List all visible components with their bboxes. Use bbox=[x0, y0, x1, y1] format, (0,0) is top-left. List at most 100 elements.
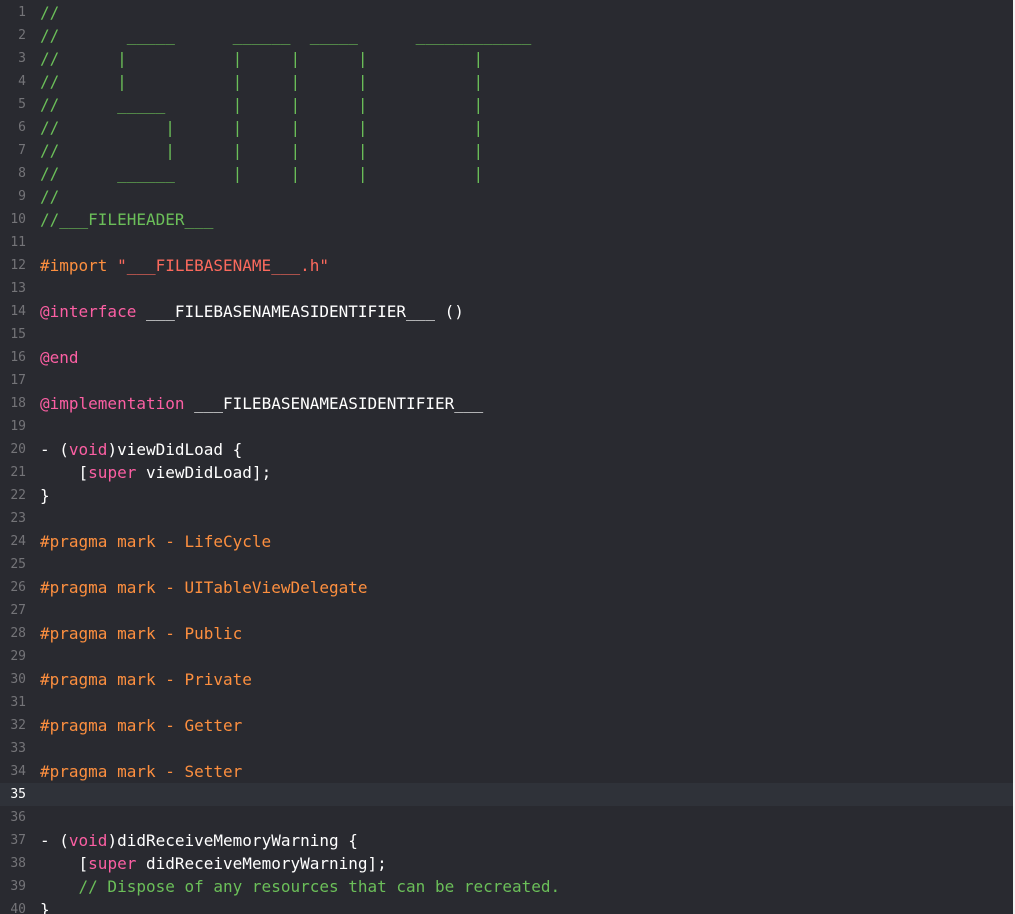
code-token-plain: - ( bbox=[40, 440, 69, 459]
line-number: 39 bbox=[10, 879, 26, 894]
code-line[interactable]: 7 // | | | | | bbox=[0, 139, 1015, 162]
line-number: 8 bbox=[18, 166, 26, 181]
code-token-plain: )viewDidLoad { bbox=[107, 440, 243, 459]
line-number: 15 bbox=[10, 327, 26, 342]
line-number: 40 bbox=[10, 902, 26, 914]
code-token-keyword: @interface bbox=[40, 302, 137, 321]
code-line[interactable]: 26 #pragma mark - UITableViewDelegate bbox=[0, 576, 1015, 599]
line-number: 24 bbox=[10, 534, 26, 549]
code-line[interactable]: 21 [super viewDidLoad]; bbox=[0, 461, 1015, 484]
code-token-keyword: super bbox=[88, 854, 137, 873]
code-line[interactable]: 18 @implementation ___FILEBASENAMEASIDENT… bbox=[0, 392, 1015, 415]
code-line[interactable]: 40} bbox=[0, 898, 1015, 914]
code-text: [super didReceiveMemoryWarning]; bbox=[40, 852, 387, 875]
line-number: 36 bbox=[10, 810, 26, 825]
line-number: 9 bbox=[18, 189, 26, 204]
code-line[interactable]: 4 // | | | | | bbox=[0, 70, 1015, 93]
code-line[interactable]: 14 @interface ___FILEBASENAMEASIDENTIFIER… bbox=[0, 300, 1015, 323]
code-token-plain: didReceiveMemoryWarning]; bbox=[136, 854, 387, 873]
line-number: 2 bbox=[18, 28, 26, 43]
line-number: 27 bbox=[10, 603, 26, 618]
code-line[interactable]: 38 [super didReceiveMemoryWarning]; bbox=[0, 852, 1015, 875]
code-text: @interface ___FILEBASENAMEASIDENTIFIER__… bbox=[40, 300, 464, 323]
line-number: 28 bbox=[10, 626, 26, 641]
code-line[interactable]: 8 // ______ | | | | bbox=[0, 162, 1015, 185]
code-text: // _____ ______ _____ ____________ bbox=[40, 24, 531, 47]
code-token-directive: #pragma mark - Getter bbox=[40, 716, 243, 735]
code-line[interactable]: 11 bbox=[0, 231, 1015, 254]
code-line[interactable]: 32 #pragma mark - Getter bbox=[0, 714, 1015, 737]
code-line[interactable]: 25 bbox=[0, 553, 1015, 576]
code-line[interactable]: 27 bbox=[0, 599, 1015, 622]
code-line[interactable]: 16 @end bbox=[0, 346, 1015, 369]
line-number: 16 bbox=[10, 350, 26, 365]
code-token-comment: // | | | | | bbox=[40, 49, 484, 68]
code-line[interactable]: 28 #pragma mark - Public bbox=[0, 622, 1015, 645]
code-token-plain: [ bbox=[40, 463, 89, 482]
code-line[interactable]: 12 #import "___FILEBASENAME___.h" bbox=[0, 254, 1015, 277]
line-number: 6 bbox=[18, 120, 26, 135]
code-text: // Dispose of any resources that can be … bbox=[40, 875, 561, 898]
code-text: #pragma mark - Getter bbox=[40, 714, 242, 737]
code-token-plain: ___FILEBASENAMEASIDENTIFIER___ () bbox=[136, 302, 464, 321]
code-line[interactable]: 30 #pragma mark - Private bbox=[0, 668, 1015, 691]
line-number: 35 bbox=[10, 787, 26, 802]
code-token-comment: // | | | | | bbox=[40, 118, 484, 137]
code-token-keyword: @implementation bbox=[40, 394, 185, 413]
code-token-directive: #pragma mark - UITableViewDelegate bbox=[40, 578, 368, 597]
code-line[interactable]: 22} bbox=[0, 484, 1015, 507]
code-token-directive: #pragma mark - Setter bbox=[40, 762, 243, 781]
code-editor[interactable]: 1 // 2 // _____ ______ _____ ____________ 3 /… bbox=[0, 0, 1015, 914]
code-token-comment: // | | | | | bbox=[40, 72, 484, 91]
code-line[interactable]: 5 // _____ | | | | bbox=[0, 93, 1015, 116]
code-line[interactable]: 33 bbox=[0, 737, 1015, 760]
line-number: 12 bbox=[10, 258, 26, 273]
code-line[interactable]: 3 // | | | | | bbox=[0, 47, 1015, 70]
line-number: 11 bbox=[10, 235, 26, 250]
line-number: 10 bbox=[10, 212, 26, 227]
code-line[interactable]: 15 bbox=[0, 323, 1015, 346]
code-line[interactable]: 13 bbox=[0, 277, 1015, 300]
code-line[interactable]: 34 #pragma mark - Setter bbox=[0, 760, 1015, 783]
code-line[interactable]: 10 //___FILEHEADER___ bbox=[0, 208, 1015, 231]
code-token-plain: - ( bbox=[40, 831, 69, 850]
code-text: - (void)viewDidLoad { bbox=[40, 438, 242, 461]
line-number: 17 bbox=[10, 373, 26, 388]
code-text: #pragma mark - UITableViewDelegate bbox=[40, 576, 368, 599]
line-number: 13 bbox=[10, 281, 26, 296]
code-line[interactable]: 36 bbox=[0, 806, 1015, 829]
code-text: #import "___FILEBASENAME___.h" bbox=[40, 254, 329, 277]
code-line[interactable]: 31 bbox=[0, 691, 1015, 714]
code-line[interactable]: 1 // bbox=[0, 1, 1015, 24]
code-token-string: "___FILEBASENAME___.h" bbox=[117, 256, 329, 275]
code-text: @end bbox=[40, 346, 79, 369]
code-token-comment: // ______ | | | | bbox=[40, 164, 484, 183]
code-text: #pragma mark - LifeCycle bbox=[40, 530, 271, 553]
code-line[interactable]: 19 bbox=[0, 415, 1015, 438]
code-line[interactable]: 24 #pragma mark - LifeCycle bbox=[0, 530, 1015, 553]
line-number: 4 bbox=[18, 74, 26, 89]
current-code-line[interactable]: 35 bbox=[0, 783, 1015, 806]
code-line[interactable]: 17 bbox=[0, 369, 1015, 392]
code-text: @implementation ___FILEBASENAMEASIDENTIF… bbox=[40, 392, 483, 415]
code-line[interactable]: 20 - (void)viewDidLoad { bbox=[0, 438, 1015, 461]
line-number: 37 bbox=[10, 833, 26, 848]
code-line[interactable]: 2 // _____ ______ _____ ____________ bbox=[0, 24, 1015, 47]
line-number: 31 bbox=[10, 695, 26, 710]
code-line[interactable]: 39 // Dispose of any resources that can … bbox=[0, 875, 1015, 898]
code-line[interactable]: 29 bbox=[0, 645, 1015, 668]
code-text: } bbox=[40, 898, 50, 914]
code-token-comment: // Dispose of any resources that can be … bbox=[40, 877, 561, 896]
code-line[interactable]: 37 - (void)didReceiveMemoryWarning { bbox=[0, 829, 1015, 852]
code-line[interactable]: 6 // | | | | | bbox=[0, 116, 1015, 139]
code-token-comment: // _____ ______ _____ ____________ bbox=[40, 26, 532, 45]
code-line[interactable]: 23 bbox=[0, 507, 1015, 530]
line-number: 19 bbox=[10, 419, 26, 434]
code-line[interactable]: 9 // bbox=[0, 185, 1015, 208]
code-text: - (void)didReceiveMemoryWarning { bbox=[40, 829, 358, 852]
line-number: 29 bbox=[10, 649, 26, 664]
code-token-comment: // _____ | | | | bbox=[40, 95, 484, 114]
line-number: 30 bbox=[10, 672, 26, 687]
code-text: [super viewDidLoad]; bbox=[40, 461, 272, 484]
line-number: 21 bbox=[10, 465, 26, 480]
